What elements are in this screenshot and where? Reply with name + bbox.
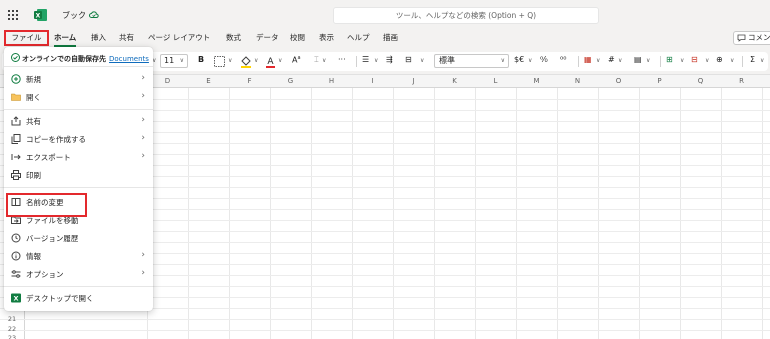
column-header[interactable]: R [721,77,762,85]
column-header[interactable]: P [639,77,680,85]
conditional-format-icon[interactable]: ▦ [584,55,592,64]
align-icon[interactable]: ☰ [362,55,369,64]
tab-page-layout[interactable]: ページ レイアウト [148,32,210,43]
menu-item-open[interactable]: 開く › [4,89,153,106]
chevron-right-icon: › [141,91,145,101]
menu-item-share[interactable]: 共有 › [4,113,153,130]
options-icon [11,270,21,278]
share-icon [11,116,21,126]
column-header[interactable]: J [393,77,434,85]
insert-cells-icon[interactable]: ⊞ [666,55,673,64]
rename-highlight-box [6,193,87,217]
menu-item-info[interactable]: 情報 › [4,248,153,265]
chevron-right-icon: › [141,250,145,260]
currency-icon[interactable]: $€ [514,55,524,64]
autosave-info: オンラインでの自動保存先 Documents [11,53,149,64]
column-header[interactable]: G [270,77,311,85]
tab-help[interactable]: ヘルプ [347,32,370,43]
autosave-location-link[interactable]: Documents [109,55,149,63]
delete-cells-icon[interactable]: ⊟ [691,55,698,64]
tab-draw[interactable]: 描画 [383,32,398,43]
column-header[interactable]: I [352,77,393,85]
search-input[interactable]: ツール、ヘルプなどの検索 (Option + Q) [333,7,599,24]
fill-color-icon[interactable] [240,55,252,68]
chevron-right-icon: › [141,115,145,125]
format-cells-icon[interactable]: ⊕ [716,55,723,64]
column-header[interactable]: K [434,77,475,85]
menu-item-options[interactable]: オプション › [4,266,153,283]
tab-share[interactable]: 共有 [119,32,134,43]
chevron-right-icon: › [141,133,145,143]
row-header[interactable]: 21 [0,315,24,323]
row-header[interactable]: 22 [0,325,24,333]
comment-button[interactable]: コメント [733,31,770,45]
column-header[interactable]: F [229,77,270,85]
new-icon [11,74,21,84]
column-header[interactable]: D [147,77,188,85]
row-header[interactable]: 23 [0,334,24,339]
menu-item-version-history[interactable]: バージョン履歴 [4,230,153,247]
chevron-right-icon: › [141,73,145,83]
comment-label: コメント [748,33,770,42]
column-header[interactable]: N [557,77,598,85]
autosum-icon[interactable]: Σ [750,55,755,64]
menu-item-open-desktop[interactable]: X デスクトップで開く [4,290,153,307]
cloud-saved-icon [89,11,99,18]
svg-text:X: X [13,295,18,303]
menu-tabs: ファイル ホーム 挿入 共有 ページ レイアウト 数式 データ 校閲 表示 ヘル… [0,30,770,47]
menu-item-new[interactable]: 新規 › [4,71,153,88]
menu-item-export[interactable]: エクスポート › [4,149,153,166]
border-icon[interactable] [214,56,225,67]
font-size-select[interactable]: 11 ∨ [160,54,188,68]
tab-review[interactable]: 校閲 [290,32,305,43]
column-header[interactable]: O [598,77,639,85]
tab-view[interactable]: 表示 [319,32,334,43]
column-header[interactable]: E [188,77,229,85]
table-format-icon[interactable]: # [608,55,615,64]
chevron-right-icon: › [141,268,145,278]
column-header[interactable]: Q [680,77,721,85]
font-color-icon[interactable]: A [265,55,276,68]
column-header[interactable]: M [516,77,557,85]
svg-text:A: A [267,57,274,67]
autosave-label: オンラインでの自動保存先 [22,55,106,63]
more-options-icon[interactable]: ··· [338,55,346,64]
decrease-decimal-icon[interactable]: ⁰⁄₀ [540,55,548,64]
excel-logo-icon: X [34,9,47,21]
history-icon [11,233,21,243]
tab-formulas[interactable]: 数式 [226,32,241,43]
number-format-select[interactable]: 標準 ∨ [434,54,509,68]
comment-icon [737,34,746,42]
app-launcher-icon[interactable] [8,10,18,20]
svg-text:X: X [36,13,41,20]
info-icon [11,251,21,261]
font-size-increase-icon[interactable]: Aa [292,55,301,65]
column-header[interactable]: L [475,77,516,85]
clear-format-icon[interactable]: ⌶ [314,55,319,65]
export-icon [11,154,21,160]
chevron-right-icon: › [141,151,145,161]
tab-home[interactable]: ホーム [54,32,77,47]
tab-insert[interactable]: 挿入 [91,32,106,43]
menu-item-make-copy[interactable]: コピーを作成する › [4,131,153,148]
tab-data[interactable]: データ [256,32,279,43]
increase-decimal-icon[interactable]: ⁰⁰ [560,55,566,64]
title-bar: X ブック ツール、ヘルプなどの検索 (Option + Q) [0,0,770,30]
cloud-check-icon [11,53,20,62]
folder-icon [11,93,21,101]
file-menu: オンラインでの自動保存先 Documents 新規 › 開く › 共有 › コピー… [4,47,153,311]
print-icon [11,170,21,180]
wrap-text-icon[interactable]: ⇶ [386,55,393,64]
tab-file[interactable]: ファイル [4,30,49,46]
excel-desktop-icon: X [11,293,21,303]
cell-styles-icon[interactable]: ▤ [634,55,642,64]
copy-icon [11,134,21,144]
document-name[interactable]: ブック [62,10,86,21]
menu-item-print[interactable]: 印刷 [4,167,153,184]
bold-button[interactable]: B [198,55,204,64]
merge-icon[interactable]: ⊟ [405,55,412,64]
column-header[interactable]: H [311,77,352,85]
